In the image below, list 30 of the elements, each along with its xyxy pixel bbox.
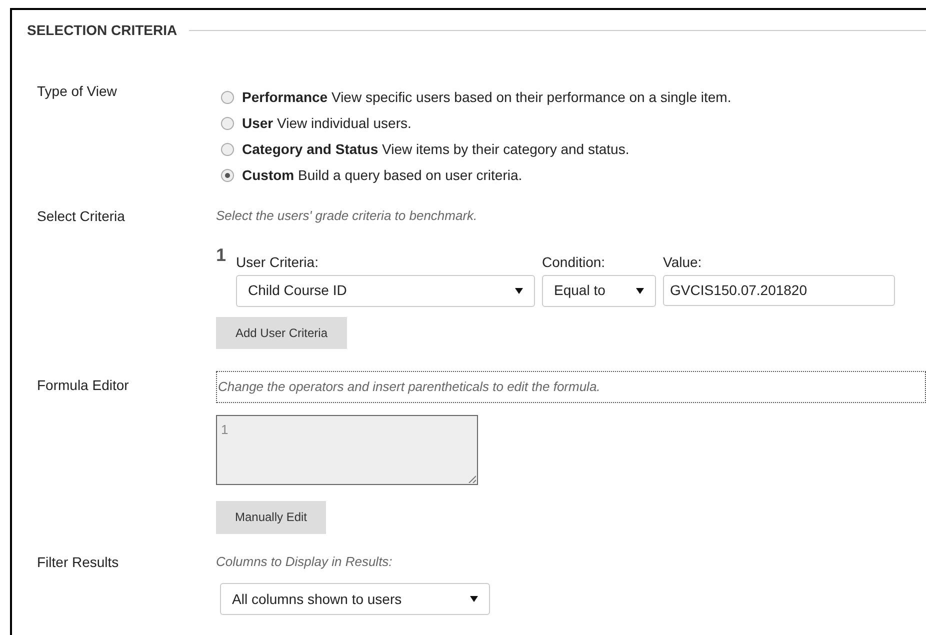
hint-text: Columns to Display in Results: <box>216 552 394 571</box>
radio-label: Category and Status View items by their category and status. <box>242 140 630 159</box>
column-label: Value: <box>663 252 703 272</box>
radio-button[interactable] <box>221 143 234 156</box>
radio-button[interactable] <box>221 91 234 104</box>
field-label: Filter Results <box>37 552 120 572</box>
add-user-criteria-button[interactable]: Add User Criteria <box>216 316 347 348</box>
resize-handle-icon[interactable] <box>468 474 476 482</box>
user-criteria-dropdown[interactable]: Child Course ID <box>236 274 536 306</box>
radio-button[interactable] <box>221 117 234 130</box>
section-title: SELECTION CRITERIA <box>27 21 178 40</box>
radio-button[interactable] <box>221 169 234 182</box>
value-field[interactable]: GVCIS150.07.201820 <box>663 274 896 306</box>
field-label: Select Criteria <box>37 207 126 226</box>
caret-icon <box>515 286 524 294</box>
columns-dropdown[interactable]: All columns shown to users <box>220 583 490 615</box>
column-label: Condition: <box>542 252 606 272</box>
field-label: Type of View <box>37 82 118 101</box>
caret-icon <box>470 595 478 603</box>
hint-text: Select the users' grade criteria to benchmark. <box>216 207 478 225</box>
radio-label: User View individual users. <box>242 114 412 133</box>
criteria-number: 1 <box>216 246 226 266</box>
radio-label: Performance View specific users based on their performance on a single item. <box>242 88 732 107</box>
field-label: Formula Editor <box>37 376 130 394</box>
radio-label: Custom Build a query based on user criteria. <box>242 166 522 185</box>
condition-dropdown[interactable]: Equal to <box>542 274 656 306</box>
column-label: User Criteria: <box>236 252 320 272</box>
formula-hint-box: Change the operators and insert parentheticals to edit the formula. <box>216 370 926 402</box>
caret-icon <box>636 286 644 294</box>
manually-edit-button[interactable]: Manually Edit <box>216 500 326 534</box>
